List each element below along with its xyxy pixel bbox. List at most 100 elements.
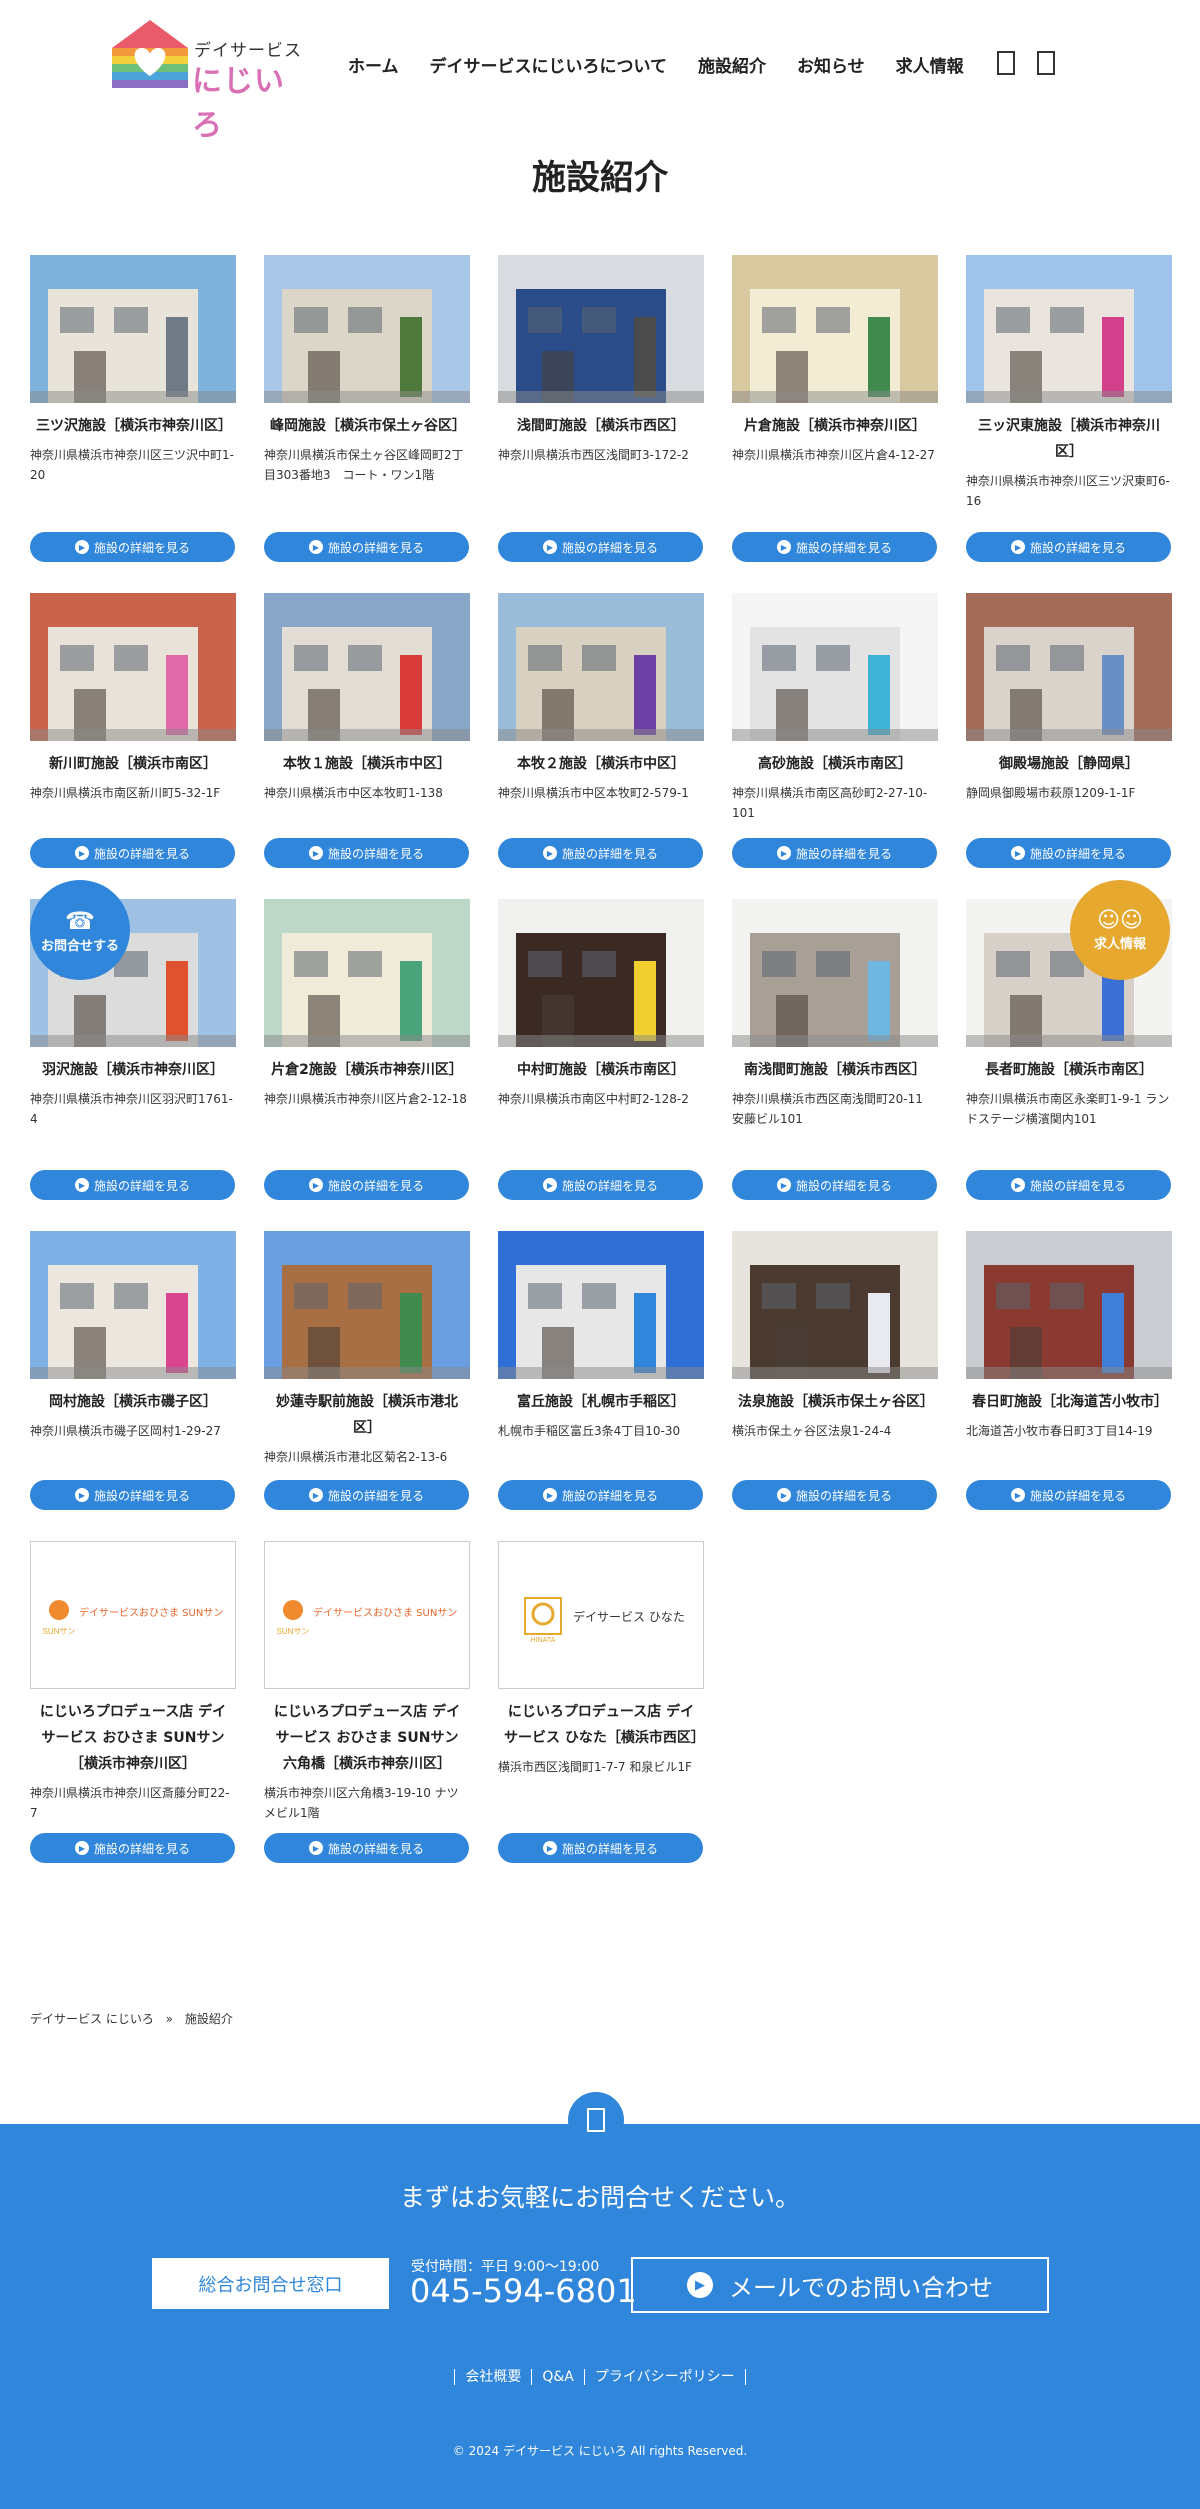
nav-facilities[interactable]: 施設紹介 (698, 52, 766, 77)
nav-recruit[interactable]: 求人情報 (896, 52, 964, 77)
footer-link-privacy[interactable]: プライバシーポリシー (583, 2369, 746, 2385)
facility-detail-button[interactable]: ▶ 施設の詳細を見る (732, 1170, 937, 1200)
rainbow-house-icon (112, 20, 188, 88)
facility-detail-button[interactable]: ▶ 施設の詳細を見る (264, 532, 469, 562)
facility-name[interactable]: 富丘施設［札幌市手稲区］ (498, 1389, 704, 1415)
facility-photo[interactable] (732, 1231, 938, 1379)
facility-photo[interactable] (498, 593, 704, 741)
facility-name[interactable]: 本牧１施設［横浜市中区］ (264, 751, 470, 777)
facility-name[interactable]: 岡村施設［横浜市磯子区］ (30, 1389, 236, 1415)
footer-link-qa[interactable]: Q&A (531, 2369, 584, 2385)
facility-name[interactable]: 高砂施設［横浜市南区］ (732, 751, 938, 777)
facility-address: 神奈川県横浜市神奈川区三ツ沢東町6-16 (966, 474, 1170, 508)
facility-name[interactable]: 峰岡施設［横浜市保土ヶ谷区］ (264, 413, 470, 439)
recruit-fab[interactable]: ☺☺ 求人情報 (1070, 880, 1170, 980)
facility-photo[interactable] (498, 1231, 704, 1379)
detail-button-label: 施設の詳細を見る (327, 1178, 424, 1193)
facility-name[interactable]: 三ツ沢施設［横浜市神奈川区］ (30, 413, 236, 439)
facility-photo[interactable] (498, 899, 704, 1047)
facility-name[interactable]: にじいろプロデュース店 デイサービス おひさま SUNサン 六角橋［横浜市神奈川… (264, 1699, 470, 1777)
facility-photo[interactable] (732, 255, 938, 403)
facility-detail-button[interactable]: ▶ 施設の詳細を見る (966, 1170, 1171, 1200)
facility-card: 新川町施設［横浜市南区］ 神奈川県横浜市南区新川町5-32-1F (30, 593, 236, 803)
facility-name[interactable]: 中村町施設［横浜市南区］ (498, 1057, 704, 1083)
facility-photo[interactable] (966, 255, 1172, 403)
facility-name[interactable]: 本牧２施設［横浜市中区］ (498, 751, 704, 777)
footer-lead: まずはお気軽にお問合せください。 (399, 2183, 800, 2212)
facility-detail-button[interactable]: ▶ 施設の詳細を見る (30, 532, 235, 562)
facility-name[interactable]: 新川町施設［横浜市南区］ (30, 751, 236, 777)
facility-detail-button[interactable]: ▶ 施設の詳細を見る (732, 532, 937, 562)
facility-name[interactable]: 三ッ沢東施設［横浜市神奈川区］ (966, 413, 1172, 465)
facility-photo[interactable] (732, 593, 938, 741)
facility-name[interactable]: 浅間町施設［横浜市西区］ (498, 413, 704, 439)
mail-contact-button[interactable]: ▶ メールでのお問い合わせ (631, 2257, 1049, 2313)
facility-photo[interactable] (264, 593, 470, 741)
facility-card: 片倉施設［横浜市神奈川区］ 神奈川県横浜市神奈川区片倉4-12-27 (732, 255, 938, 465)
facility-address: 神奈川県横浜市西区南浅間町20-11 安藤ビル101 (732, 1092, 923, 1126)
facility-name[interactable]: にじいろプロデュース店 デイサービス ひなた［横浜市西区］ (498, 1699, 705, 1751)
play-icon: ▶ (776, 1488, 791, 1502)
facility-name[interactable]: 南浅間町施設［横浜市西区］ (732, 1057, 938, 1083)
facility-photo[interactable] (966, 1231, 1172, 1379)
facility-detail-button[interactable]: ▶ 施設の詳細を見る (498, 532, 703, 562)
facility-photo[interactable] (264, 255, 470, 403)
facility-detail-button[interactable]: ▶ 施設の詳細を見る (966, 1480, 1171, 1510)
play-icon: ▶ (308, 540, 323, 554)
facility-detail-button[interactable]: ▶ 施設の詳細を見る (264, 838, 469, 868)
facility-photo[interactable] (732, 899, 938, 1047)
facility-detail-button[interactable]: ▶ 施設の詳細を見る (966, 838, 1171, 868)
facility-name[interactable]: 春日町施設［北海道苫小牧市］ (966, 1389, 1172, 1415)
facility-detail-button[interactable]: ▶ 施設の詳細を見る (264, 1480, 469, 1510)
phone-number[interactable]: 045-594-6801 (410, 2272, 637, 2310)
svg-text:HINATA: HINATA (531, 1637, 556, 1644)
facility-photo[interactable] (30, 1231, 236, 1379)
user-icon[interactable] (996, 50, 1016, 83)
nav-about[interactable]: デイサービスにじいろについて (430, 52, 668, 77)
facility-detail-button[interactable]: ▶ 施設の詳細を見る (30, 1480, 235, 1510)
nav-home[interactable]: ホーム (348, 52, 399, 77)
facility-name[interactable]: 法泉施設［横浜市保土ヶ谷区］ (732, 1389, 938, 1415)
facility-card: 片倉2施設［横浜市神奈川区］ 神奈川県横浜市神奈川区片倉2-12-18 (264, 899, 470, 1109)
play-icon: ▶ (74, 1488, 89, 1502)
facility-name[interactable]: 妙蓮寺駅前施設［横浜市港北区］ (264, 1389, 470, 1441)
facility-detail-button[interactable]: ▶ 施設の詳細を見る (966, 532, 1171, 562)
facility-photo[interactable]: SUNサン デイサービスおひさま SUNサン (30, 1541, 236, 1689)
facility-photo[interactable]: SUNサン デイサービスおひさま SUNサン (264, 1541, 470, 1689)
facility-detail-button[interactable]: ▶ 施設の詳細を見る (732, 1480, 937, 1510)
contact-fab[interactable]: ☎ お問合せする (30, 880, 130, 980)
nav-news[interactable]: お知らせ (797, 52, 865, 77)
facility-photo[interactable] (264, 1231, 470, 1379)
facility-detail-button[interactable]: ▶ 施設の詳細を見る (498, 1833, 703, 1863)
facility-name[interactable]: 片倉2施設［横浜市神奈川区］ (264, 1057, 470, 1083)
facility-photo[interactable] (30, 255, 236, 403)
contact-fab-label: お問合せする (40, 938, 119, 954)
search-icon[interactable] (1036, 50, 1056, 83)
footer-link-company[interactable]: 会社概要 (454, 2369, 532, 2385)
facility-detail-button[interactable]: ▶ 施設の詳細を見る (732, 838, 937, 868)
facility-detail-button[interactable]: ▶ 施設の詳細を見る (498, 1170, 703, 1200)
facility-photo[interactable] (498, 255, 704, 403)
facility-name[interactable]: にじいろプロデュース店 デイサービス おひさま SUNサン［横浜市神奈川区］ (30, 1699, 236, 1777)
facility-detail-button[interactable]: ▶ 施設の詳細を見る (498, 838, 703, 868)
contact-window-button[interactable]: 総合お問合せ窓口 (152, 2258, 389, 2309)
facility-detail-button[interactable]: ▶ 施設の詳細を見る (30, 1170, 235, 1200)
facility-detail-button[interactable]: ▶ 施設の詳細を見る (30, 838, 235, 868)
facility-photo[interactable] (966, 593, 1172, 741)
facility-name[interactable]: 羽沢施設［横浜市神奈川区］ (30, 1057, 236, 1083)
facility-name[interactable]: 御殿場施設［静岡県］ (966, 751, 1172, 777)
facility-photo[interactable] (264, 899, 470, 1047)
facility-detail-button[interactable]: ▶ 施設の詳細を見る (30, 1833, 235, 1863)
facility-photo[interactable]: HINATA デイサービス ひなた (498, 1541, 704, 1689)
facility-detail-button[interactable]: ▶ 施設の詳細を見る (264, 1833, 469, 1863)
site-logo[interactable]: デイサービス にじいろ (110, 18, 310, 143)
facility-detail-button[interactable]: ▶ 施設の詳細を見る (264, 1170, 469, 1200)
breadcrumb-home[interactable]: デイサービス にじいろ (30, 2012, 154, 2026)
facility-name[interactable]: 長者町施設［横浜市南区］ (966, 1057, 1172, 1083)
phone-icon: ☎ (65, 906, 95, 935)
facility-card: SUNサン デイサービスおひさま SUNサンにじいろプロデュース店 デイサービス … (30, 1541, 236, 1823)
facility-address: 神奈川県横浜市神奈川区羽沢町1761-4 (30, 1092, 233, 1126)
facility-name[interactable]: 片倉施設［横浜市神奈川区］ (732, 413, 938, 439)
facility-detail-button[interactable]: ▶ 施設の詳細を見る (498, 1480, 703, 1510)
facility-photo[interactable] (30, 593, 236, 741)
